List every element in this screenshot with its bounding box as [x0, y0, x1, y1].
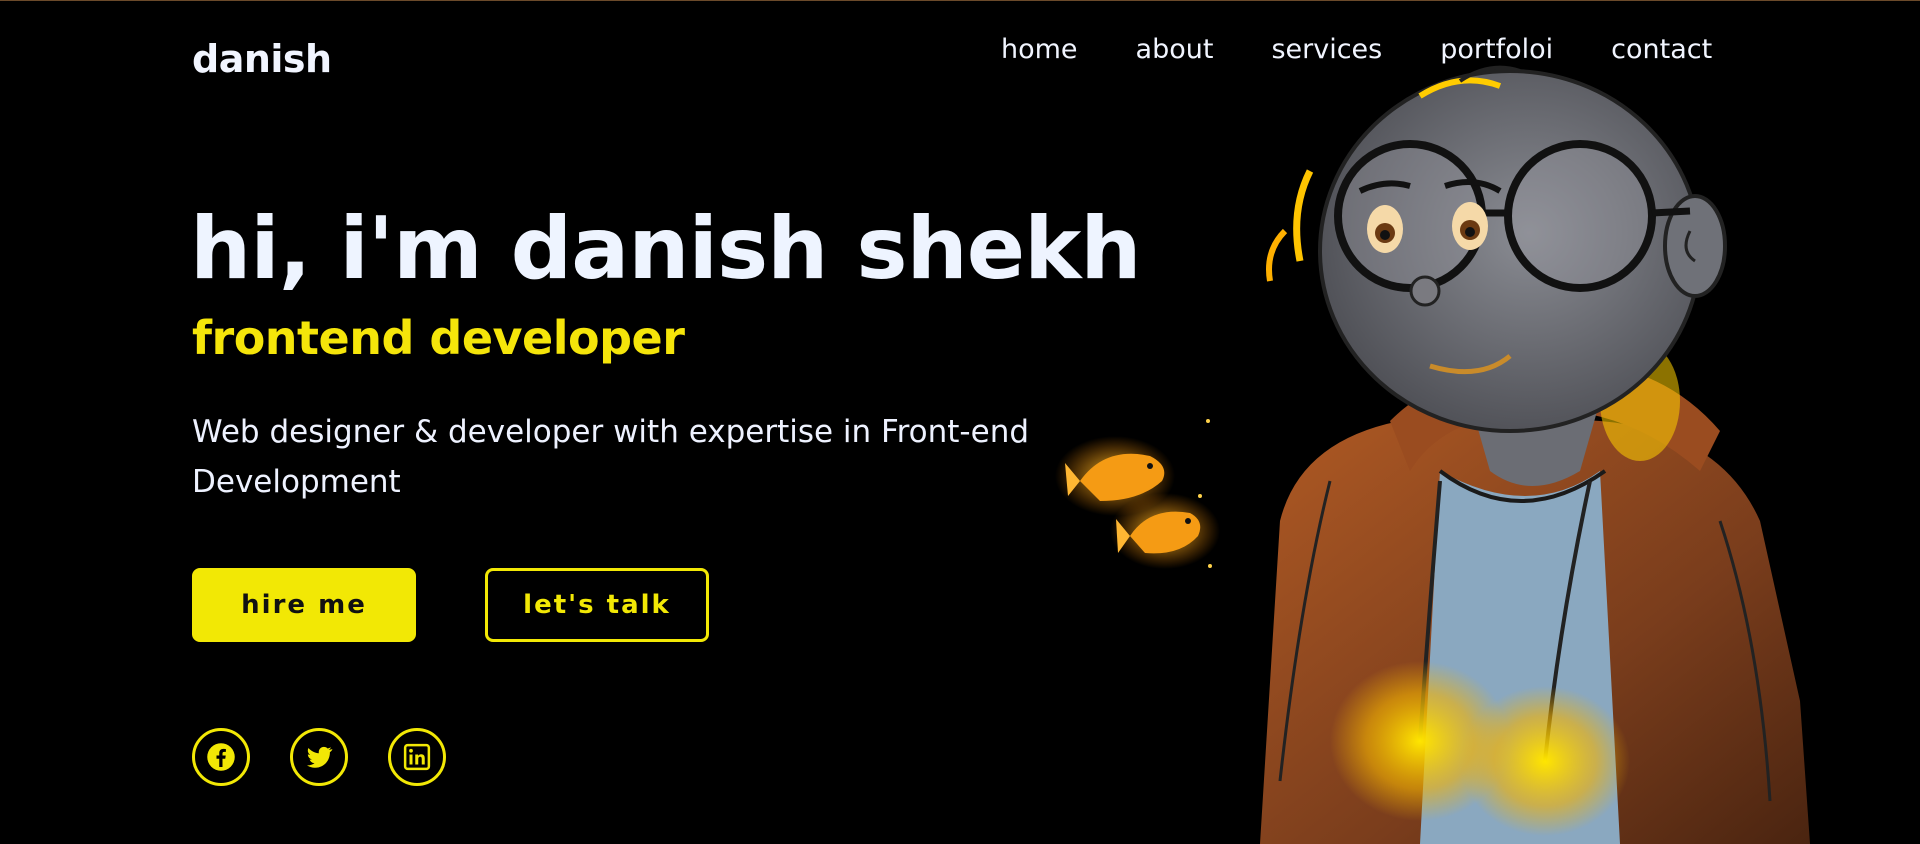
- hero-subtitle: frontend developer: [192, 311, 685, 365]
- hero-title: hi, i'm danish shekh: [190, 199, 1141, 299]
- facebook-icon: [207, 743, 235, 771]
- site-logo[interactable]: danish: [192, 37, 332, 81]
- facebook-link[interactable]: [192, 728, 250, 786]
- linkedin-link[interactable]: [388, 728, 446, 786]
- lets-talk-button[interactable]: let's talk: [485, 568, 709, 642]
- character-illustration: [1055, 65, 1810, 844]
- twitter-icon: [307, 746, 333, 768]
- hero-description: Web designer & developer with expertise …: [192, 414, 1030, 500]
- linkedin-icon: [403, 743, 431, 771]
- hire-me-button[interactable]: hire me: [192, 568, 416, 642]
- twitter-link[interactable]: [290, 728, 348, 786]
